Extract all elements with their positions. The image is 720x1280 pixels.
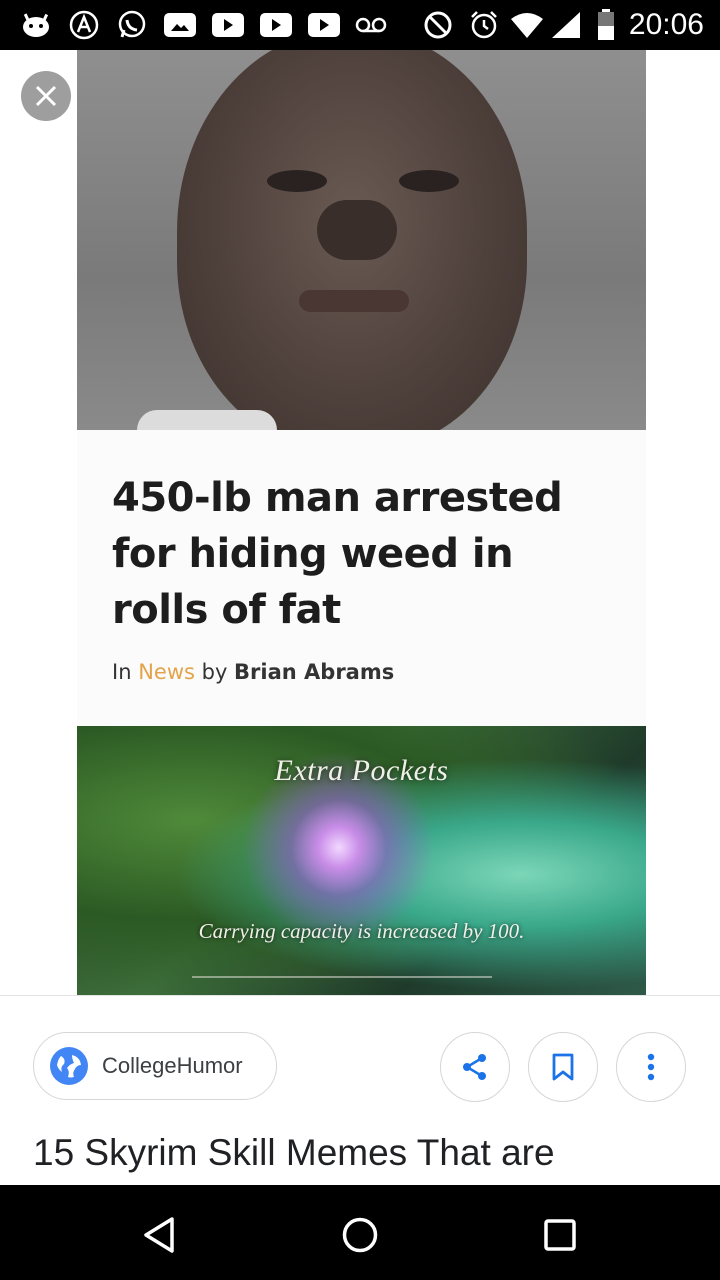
byline-mid: by <box>194 660 235 684</box>
alarm-icon <box>468 9 500 41</box>
share-button[interactable] <box>440 1032 510 1102</box>
globe-icon <box>50 1047 88 1085</box>
app-icon <box>68 9 100 41</box>
perk-description: Carrying capacity is increased by 100. <box>198 919 525 943</box>
byline-author: Brian Abrams <box>234 660 395 684</box>
mugshot-mouth <box>299 290 409 312</box>
more-vert-icon <box>647 1053 655 1081</box>
android-debug-icon <box>20 9 52 41</box>
navigation-bar <box>0 1185 720 1280</box>
voicemail-icon <box>354 9 388 41</box>
article-byline: In News by Brian Abrams <box>112 660 394 684</box>
back-icon <box>144 1217 174 1253</box>
mugshot-right-eye <box>399 170 459 192</box>
youtube-icon <box>308 13 340 37</box>
mugshot-photo <box>77 50 646 450</box>
clock: 20:06 <box>628 8 704 41</box>
more-options-button[interactable] <box>616 1032 686 1102</box>
share-icon <box>463 1054 486 1080</box>
mugshot-left-eye <box>267 170 327 192</box>
wifi-icon <box>510 9 544 41</box>
home-button[interactable] <box>330 1205 390 1265</box>
mugshot-collar <box>137 410 277 430</box>
save-button[interactable] <box>528 1032 598 1102</box>
recents-button[interactable] <box>530 1205 590 1265</box>
battery-icon <box>596 9 616 41</box>
source-name: CollegeHumor <box>102 1053 243 1078</box>
perk-divider <box>192 976 492 978</box>
source-chip[interactable]: CollegeHumor <box>33 1032 277 1100</box>
meme-image[interactable]: 450-lb man arrested for hiding weed in r… <box>77 50 646 995</box>
close-button[interactable] <box>21 71 71 121</box>
bookmark-icon <box>552 1053 574 1081</box>
byline-prefix: In <box>112 660 139 684</box>
result-info: CollegeHumor 15 Skyrim Skill Memes That … <box>0 995 720 1185</box>
close-icon <box>35 85 57 107</box>
signal-icon <box>550 9 582 41</box>
article-headline-panel: 450-lb man arrested for hiding weed in r… <box>77 430 646 726</box>
do-not-disturb-icon <box>422 9 454 41</box>
article-headline: 450-lb man arrested for hiding weed in r… <box>112 475 563 633</box>
whatsapp-icon <box>116 9 148 41</box>
gallery-icon <box>164 13 196 37</box>
skyrim-perk-screen: Extra Pockets Carrying capacity is incre… <box>77 726 646 995</box>
perk-title: Extra Pockets <box>274 754 449 787</box>
byline-category: News <box>138 660 195 684</box>
back-button[interactable] <box>130 1205 190 1265</box>
youtube-icon <box>260 13 292 37</box>
recents-icon <box>544 1219 576 1251</box>
result-title[interactable]: 15 Skyrim Skill Memes That are <box>33 1132 555 1174</box>
home-icon <box>342 1217 378 1253</box>
youtube-icon <box>212 13 244 37</box>
mugshot-nose <box>317 200 397 260</box>
status-bar: 20:06 <box>0 0 720 50</box>
